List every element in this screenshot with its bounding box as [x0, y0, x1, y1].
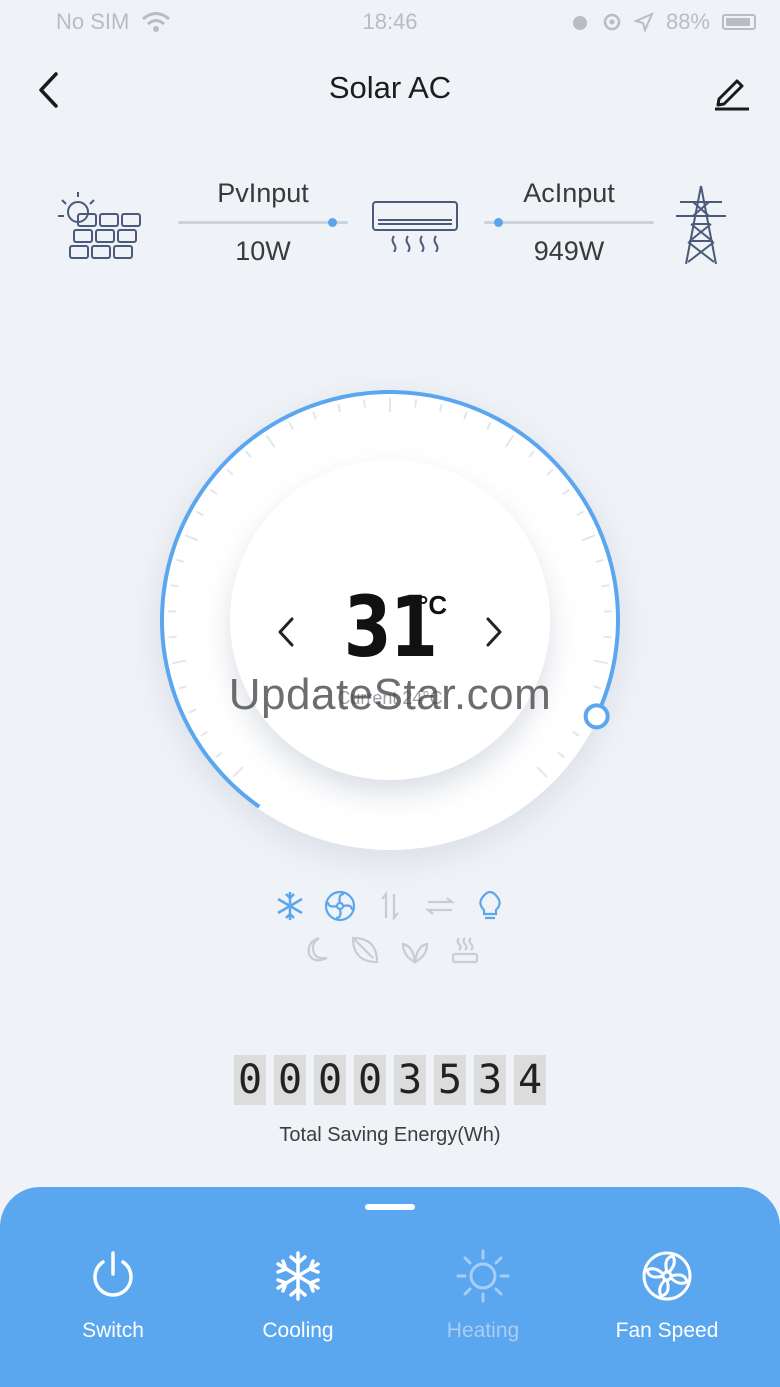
counter-digit: 3 — [474, 1055, 506, 1105]
pencil-icon — [715, 79, 749, 111]
air-conditioner-icon — [372, 201, 458, 252]
eco-icon — [399, 934, 431, 966]
solar-panel-icon — [58, 192, 141, 259]
ac-input: AcInput 949W — [484, 178, 654, 267]
snowflake-icon — [274, 890, 306, 922]
ac-input-value: 949W — [533, 236, 605, 266]
swing-vertical-icon — [374, 890, 406, 922]
temperature-unit: °C — [418, 590, 448, 620]
switch-label: Switch — [82, 1319, 144, 1342]
cooling-button[interactable]: Cooling — [223, 1247, 373, 1343]
power-icon — [93, 1251, 133, 1297]
pv-input-value: 10W — [235, 236, 291, 266]
swing-horizontal-icon — [424, 890, 456, 922]
heating-label: Heating — [446, 1319, 520, 1342]
fan-icon — [324, 890, 356, 922]
battery-icon — [722, 14, 756, 30]
dehumidify-icon — [449, 934, 481, 966]
clock: 18:46 — [362, 9, 418, 34]
panel-drag-handle[interactable] — [365, 1204, 415, 1210]
edit-button[interactable] — [708, 68, 754, 114]
page-title: Solar AC — [328, 70, 452, 105]
energy-counter: 00003534 — [234, 1055, 546, 1105]
mode-indicators-row-2 — [0, 934, 780, 966]
snowflake-icon — [276, 1251, 320, 1301]
temperature-dial[interactable]: 31 °C Current 24°C — [160, 390, 620, 850]
control-panel: Switch Cooling Heating Fan Speed — [0, 1187, 780, 1387]
counter-digit: 0 — [314, 1055, 346, 1105]
pv-input-label: PvInput — [217, 178, 309, 208]
ac-flow-line — [484, 218, 654, 227]
set-temperature: 31 — [343, 578, 438, 676]
light-bulb-icon — [474, 890, 506, 922]
ac-input-label: AcInput — [523, 178, 615, 208]
counter-digit: 5 — [434, 1055, 466, 1105]
nav-bar: Solar AC — [0, 60, 780, 120]
power-tower-icon — [676, 185, 726, 265]
counter-digit: 0 — [274, 1055, 306, 1105]
fan-speed-button[interactable]: Fan Speed — [592, 1247, 742, 1343]
chevron-right-icon — [486, 617, 502, 647]
energy-counter-label: Total Saving Energy(Wh) — [279, 1124, 501, 1146]
leaf-icon — [349, 934, 381, 966]
cooling-label: Cooling — [262, 1319, 334, 1342]
status-bar: No SIM 18:46 88% — [0, 0, 780, 44]
counter-digit: 3 — [394, 1055, 426, 1105]
switch-button[interactable]: Switch — [38, 1247, 188, 1343]
fan-icon — [642, 1251, 692, 1301]
sleep-moon-icon — [299, 934, 331, 966]
watermark: UpdateStar.com — [228, 670, 552, 719]
fan-speed-label: Fan Speed — [615, 1319, 719, 1342]
sun-icon — [456, 1249, 510, 1303]
power-flow: PvInput 10W AcInput 949W — [0, 170, 780, 280]
pv-flow-line — [178, 218, 348, 227]
pv-input: PvInput 10W — [178, 178, 348, 267]
counter-digit: 4 — [514, 1055, 546, 1105]
counter-digit: 0 — [354, 1055, 386, 1105]
increase-temp-button[interactable] — [474, 612, 514, 652]
mode-indicators-row-1 — [0, 890, 780, 922]
heating-button[interactable]: Heating — [408, 1247, 558, 1343]
counter-digit: 0 — [234, 1055, 266, 1105]
